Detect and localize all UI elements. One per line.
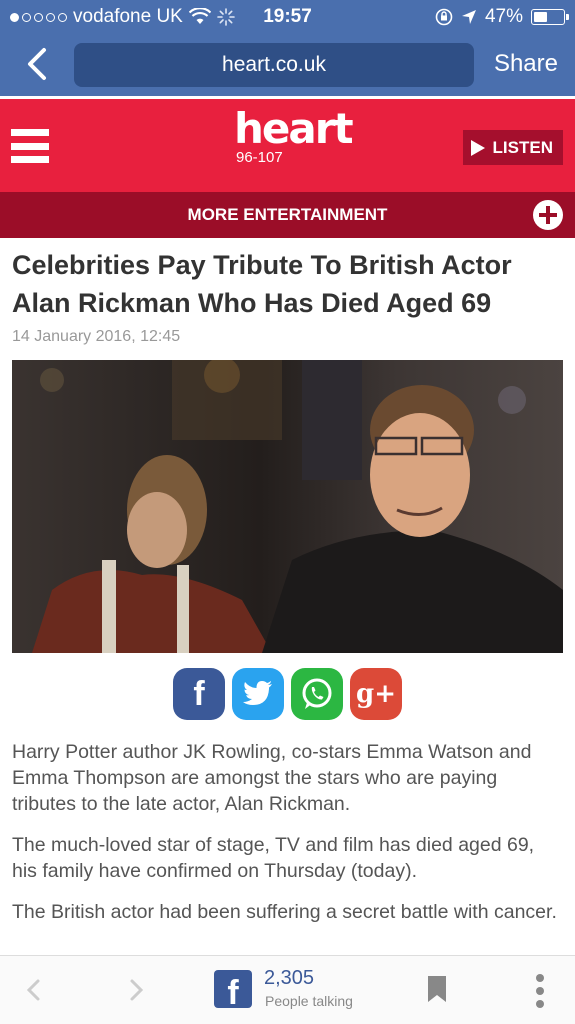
- googleplus-share-button[interactable]: g+: [350, 668, 402, 720]
- twitter-icon: [243, 681, 272, 705]
- twitter-share-button[interactable]: [232, 668, 284, 720]
- facebook-icon[interactable]: f: [214, 970, 252, 1008]
- heart-logo[interactable]: heart 96-107: [234, 104, 354, 167]
- section-label: MORE ENTERTAINMENT: [187, 205, 388, 224]
- battery-percent: 47%: [484, 6, 523, 27]
- url-text: heart.co.uk: [222, 53, 326, 76]
- plus-icon[interactable]: [533, 200, 563, 230]
- battery-icon: [531, 9, 569, 25]
- play-icon: [470, 139, 485, 156]
- bookmark-icon[interactable]: [428, 976, 446, 1002]
- whatsapp-icon: [302, 678, 332, 709]
- status-right: 47%: [435, 6, 569, 28]
- status-bar: vodafone UK 19:57 47%: [0, 0, 575, 34]
- listen-button[interactable]: LISTEN: [462, 130, 563, 165]
- forward-arrow-icon[interactable]: [124, 978, 148, 1002]
- facebook-icon: f: [193, 674, 205, 713]
- chevron-left-icon: [28, 48, 46, 80]
- back-arrow-icon[interactable]: [22, 978, 46, 1002]
- share-caption: People talking: [265, 993, 353, 1009]
- back-button[interactable]: [18, 44, 58, 84]
- bottom-toolbar: f 2,305 People talking: [0, 955, 575, 1024]
- share-count: 2,305: [264, 967, 315, 989]
- article-date: 14 January 2016, 12:45: [12, 328, 181, 345]
- share-button[interactable]: Share: [494, 50, 558, 78]
- more-options-icon[interactable]: [536, 974, 544, 1008]
- article-headline: Celebrities Pay Tribute To British Actor…: [12, 250, 512, 318]
- facebook-share-button[interactable]: f: [173, 668, 225, 720]
- browser-nav-bar: heart.co.uk Share: [0, 34, 575, 96]
- article-photo: [12, 360, 563, 653]
- orientation-lock-icon: [435, 8, 453, 26]
- url-field[interactable]: heart.co.uk: [74, 43, 474, 87]
- logo-word: heart: [234, 104, 354, 153]
- listen-label: LISTEN: [492, 137, 553, 157]
- article-paragraph: The much-loved star of stage, TV and fil…: [12, 834, 535, 882]
- hamburger-menu-icon[interactable]: [11, 129, 49, 163]
- site-header: heart 96-107 LISTEN: [0, 96, 575, 192]
- social-share-row: f g+: [0, 668, 575, 720]
- article-paragraph: Harry Potter author JK Rowling, co-stars…: [12, 741, 532, 815]
- article-paragraph: The British actor had been suffering a s…: [12, 901, 557, 923]
- googleplus-icon: g+: [356, 679, 396, 709]
- location-arrow-icon: [461, 10, 476, 24]
- whatsapp-share-button[interactable]: [291, 668, 343, 720]
- more-entertainment-bar[interactable]: MORE ENTERTAINMENT: [0, 192, 575, 238]
